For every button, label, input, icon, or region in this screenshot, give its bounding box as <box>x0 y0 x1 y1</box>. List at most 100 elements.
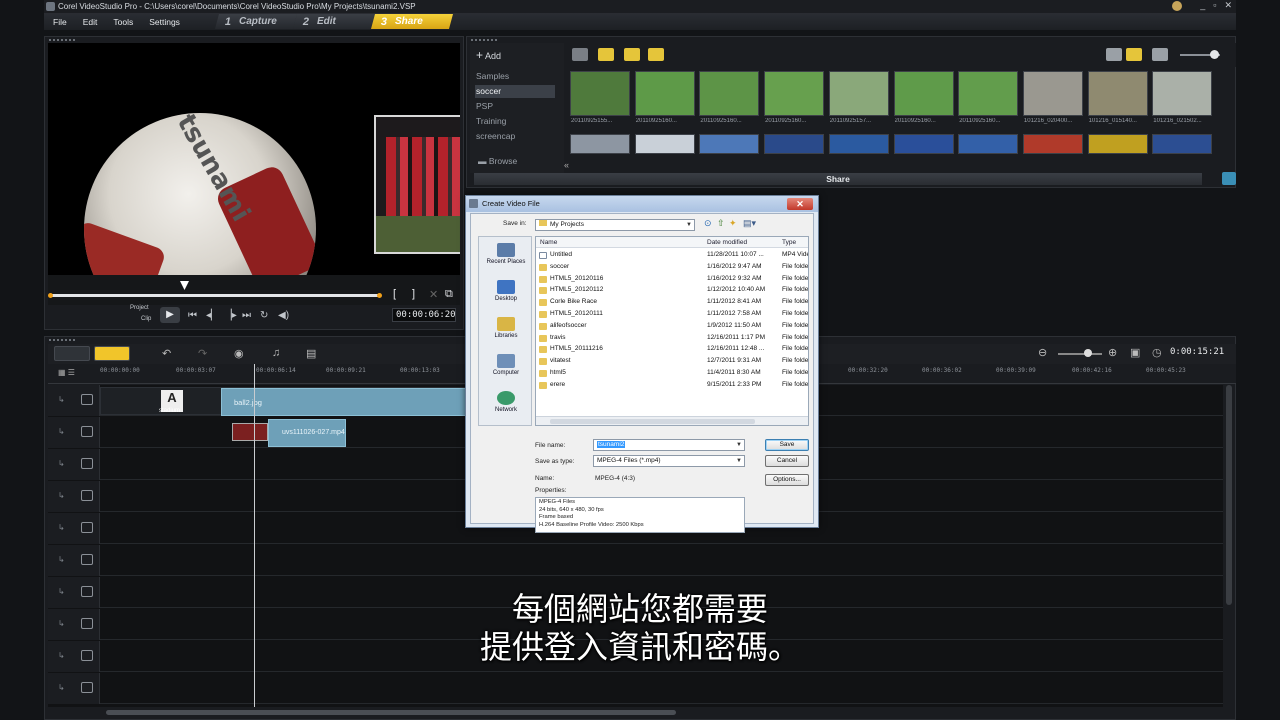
file-list-item[interactable]: HTML5_20120111 1/11/2012 7:58 AM File fold… <box>536 309 808 321</box>
library-folder-training[interactable]: Training <box>475 115 555 128</box>
timeline-grip[interactable] <box>49 339 75 342</box>
library-thumbnail[interactable] <box>764 134 825 154</box>
folder-icon[interactable] <box>572 48 588 61</box>
file-list-item[interactable]: travis 12/16/2011 1:17 PM File folder <box>536 333 808 345</box>
track-toggle-icon[interactable]: ↳ <box>58 459 65 468</box>
thumbnail-size-slider[interactable] <box>1180 50 1220 59</box>
file-list-item[interactable]: alifeofsoccer 1/9/2012 11:50 AM File folde… <box>536 321 808 333</box>
new-folder-icon[interactable]: ✦ <box>729 218 737 229</box>
timecode-field[interactable]: 00:00:06:20 <box>392 308 456 322</box>
file-list-item[interactable]: soccer 1/16/2012 9:47 AM File folder <box>536 262 808 274</box>
split-clip-icon[interactable]: ✕ <box>429 288 438 301</box>
track-toggle-icon[interactable]: ↳ <box>58 683 65 692</box>
track-toggle-icon[interactable]: ↳ <box>58 523 65 532</box>
tab-edit[interactable]: 2 Edit <box>292 14 376 29</box>
maximize-button[interactable]: ▫ <box>1213 0 1216 11</box>
zoom-out-icon[interactable]: ⊖ <box>1038 346 1047 359</box>
file-list-item[interactable]: HTML5_20120112 1/12/2012 10:40 AM File fol… <box>536 285 808 297</box>
panel-grip[interactable] <box>49 39 75 42</box>
close-button[interactable]: ✕ <box>1224 0 1232 11</box>
scrub-track[interactable] <box>51 294 381 297</box>
share-options-bar[interactable]: Share <box>474 173 1202 185</box>
library-thumbnail[interactable] <box>634 134 695 154</box>
tab-share[interactable]: 3 Share <box>370 14 454 29</box>
sound-mixer-icon[interactable]: ♫ <box>272 347 280 359</box>
library-thumbnail[interactable]: 20110925160... <box>699 71 760 124</box>
timeline-view-button[interactable] <box>94 346 130 361</box>
file-list-item[interactable]: Untitled 11/28/2011 10:07 ... MP4 Video <box>536 250 808 262</box>
volume-icon[interactable]: ◀) <box>278 310 289 321</box>
dialog-close-button[interactable]: ✕ <box>787 198 813 210</box>
column-type[interactable]: Type <box>782 239 796 246</box>
sort-icon[interactable] <box>1152 48 1168 61</box>
library-thumbnail[interactable]: 101216_020400... <box>1022 71 1083 124</box>
column-date[interactable]: Date modified <box>707 239 747 246</box>
track-toggle-icon[interactable]: ↳ <box>58 491 65 500</box>
library-thumbnail[interactable]: 20110925160... <box>958 71 1019 124</box>
thumbnail-view-icon[interactable] <box>1126 48 1142 61</box>
overlay-video-frame[interactable] <box>374 115 460 254</box>
library-folder-samples[interactable]: Samples <box>475 70 555 83</box>
library-thumbnail[interactable] <box>570 134 630 154</box>
library-thumbnail[interactable] <box>893 134 954 154</box>
redo-icon[interactable]: ↷ <box>198 347 207 360</box>
video-track-clip[interactable]: A stadium ball2.jpg <box>100 387 467 416</box>
file-name-input[interactable]: tsunami2 ▼ <box>593 439 745 451</box>
save-button[interactable]: Save <box>765 439 809 451</box>
place-computer[interactable]: Computer <box>479 354 533 376</box>
library-thumbnail[interactable]: 20110925155... <box>570 71 630 124</box>
help-icon[interactable] <box>1172 1 1182 11</box>
add-folder-button[interactable]: + Add <box>476 48 501 62</box>
scrub-thumb[interactable] <box>180 281 189 290</box>
previous-frame-icon[interactable]: ◂▏ <box>206 310 219 321</box>
column-name[interactable]: Name <box>540 239 557 246</box>
expand-options-icon[interactable] <box>1222 172 1236 185</box>
menu-file[interactable]: File <box>53 17 67 27</box>
mode-project[interactable]: Project <box>130 305 149 311</box>
file-list-item[interactable]: html5 11/4/2011 8:30 AM File folder <box>536 368 808 380</box>
track-manager-icon[interactable]: ▤ <box>306 347 316 360</box>
show-audio-icon[interactable] <box>648 48 664 61</box>
menu-settings[interactable]: Settings <box>149 17 180 27</box>
collapse-library-button[interactable]: « <box>564 160 569 170</box>
play-button[interactable]: ▶ <box>160 307 180 323</box>
overlay-track-clip[interactable]: uvs111026-027.mp4 <box>232 419 346 447</box>
fit-project-icon[interactable]: ▣ <box>1130 346 1140 359</box>
mark-in-button[interactable]: [ <box>393 288 396 300</box>
minimize-button[interactable]: _ <box>1200 0 1205 11</box>
next-frame-icon[interactable]: ▕▸ <box>224 310 237 321</box>
file-list-item[interactable]: erere 9/15/2011 2:33 PM File folder <box>536 380 808 392</box>
home-icon[interactable]: ⏮ <box>188 310 197 321</box>
repeat-icon[interactable]: ↻ <box>260 310 268 321</box>
save-as-type-dropdown[interactable]: MPEG-4 Files (*.mp4) ▼ <box>593 455 745 467</box>
file-list-item[interactable]: Corle Bike Race 1/11/2012 8:41 AM File fol… <box>536 297 808 309</box>
undo-icon[interactable]: ↶ <box>162 347 171 360</box>
up-folder-icon[interactable]: ⇧ <box>717 218 725 229</box>
place-libraries[interactable]: Libraries <box>479 317 533 339</box>
place-network[interactable]: Network <box>479 391 533 413</box>
show-photos-icon[interactable] <box>624 48 640 61</box>
file-list-hscrollbar[interactable] <box>536 416 808 425</box>
track-toggle-icon[interactable]: ↳ <box>58 395 65 404</box>
file-list-item[interactable]: vitatest 12/7/2011 9:31 AM File folder <box>536 356 808 368</box>
library-thumbnail[interactable] <box>828 134 889 154</box>
library-thumbnail[interactable] <box>1022 134 1083 154</box>
record-capture-icon[interactable]: ◉ <box>234 347 244 360</box>
timeline-track[interactable]: ↳ <box>48 545 1223 576</box>
timeline-vertical-scrollbar[interactable] <box>1226 385 1232 605</box>
menu-tools[interactable]: Tools <box>113 17 133 27</box>
trim-out-marker[interactable] <box>377 293 382 298</box>
zoom-slider[interactable] <box>1058 349 1102 357</box>
end-icon[interactable]: ⏭ <box>242 310 251 321</box>
mark-out-button[interactable]: ] <box>412 288 415 300</box>
library-folder-psp[interactable]: PSP <box>475 100 555 113</box>
enlarge-preview-icon[interactable]: ⧉ <box>445 288 453 301</box>
track-options-icon[interactable]: ▦ ☰ <box>58 368 75 377</box>
library-thumbnail[interactable] <box>1152 134 1213 154</box>
library-folder-screencap[interactable]: screencap <box>475 130 555 143</box>
scrubber[interactable]: [ ] ✕ ⧉ <box>48 275 460 305</box>
timeline-track[interactable]: ↳ <box>48 673 1223 704</box>
timeline-horizontal-scrollbar[interactable] <box>106 710 676 715</box>
library-thumbnail[interactable]: 20110925160... <box>893 71 954 124</box>
mode-clip[interactable]: Clip <box>141 316 151 322</box>
